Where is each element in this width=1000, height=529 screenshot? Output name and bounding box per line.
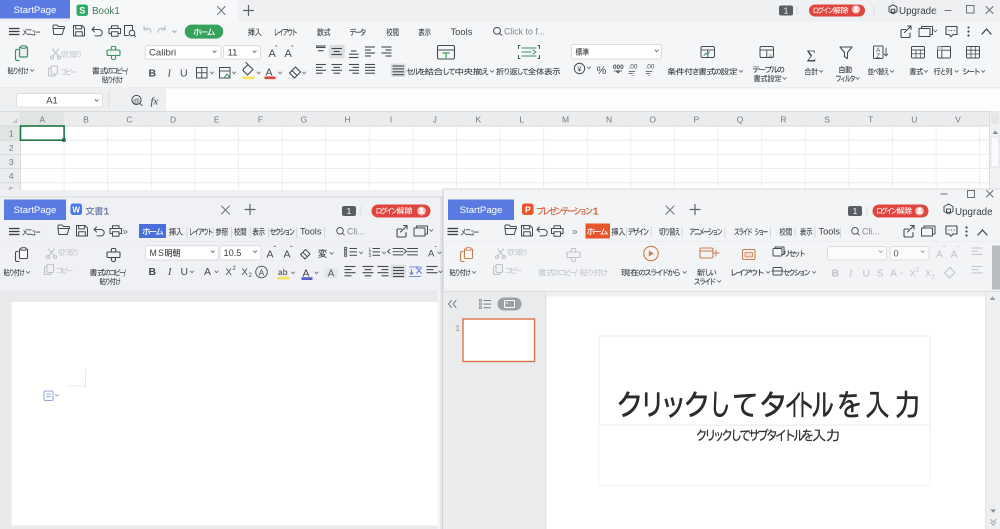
svg-text:1: 1 bbox=[9, 129, 14, 139]
svg-text:A: A bbox=[936, 249, 943, 261]
svg-text:I: I bbox=[167, 267, 172, 278]
svg-text:U: U bbox=[180, 68, 188, 80]
svg-text:B: B bbox=[83, 114, 89, 124]
svg-text:A: A bbox=[39, 114, 45, 124]
svg-text:@: @ bbox=[133, 98, 140, 105]
svg-text:M: M bbox=[150, 248, 157, 258]
svg-text:B: B bbox=[832, 268, 840, 280]
svg-text:M: M bbox=[562, 114, 569, 124]
svg-text:≈: ≈ bbox=[769, 53, 773, 60]
svg-text:3: 3 bbox=[369, 253, 372, 258]
svg-text:2: 2 bbox=[9, 143, 14, 153]
svg-text:E: E bbox=[214, 114, 220, 124]
svg-text:1: 1 bbox=[347, 206, 352, 216]
svg-text:S: S bbox=[79, 6, 85, 16]
svg-text:ˆ: ˆ bbox=[274, 245, 277, 254]
svg-text:StartPage: StartPage bbox=[14, 205, 57, 216]
svg-text:fx: fx bbox=[151, 97, 159, 108]
svg-text:1: 1 bbox=[784, 5, 789, 15]
svg-text:S: S bbox=[824, 114, 830, 124]
svg-text:K: K bbox=[475, 114, 481, 124]
svg-text:J: J bbox=[433, 114, 437, 124]
svg-text:A: A bbox=[204, 266, 211, 278]
svg-text:V: V bbox=[955, 114, 961, 124]
svg-text:StartPage: StartPage bbox=[14, 5, 57, 16]
svg-text:ˇ: ˇ bbox=[290, 245, 293, 254]
svg-text:I: I bbox=[848, 269, 853, 280]
svg-text:X: X bbox=[226, 267, 233, 278]
svg-text:A: A bbox=[267, 249, 274, 261]
svg-text:U: U bbox=[911, 114, 917, 124]
svg-text:»: » bbox=[123, 227, 129, 238]
svg-text:A: A bbox=[890, 268, 897, 280]
svg-text:A1: A1 bbox=[46, 95, 57, 106]
svg-text:A: A bbox=[259, 267, 265, 277]
svg-text:A: A bbox=[328, 269, 335, 280]
svg-text:Q: Q bbox=[737, 114, 744, 124]
svg-text:W: W bbox=[72, 205, 80, 214]
svg-text:1: 1 bbox=[853, 206, 858, 216]
svg-text:Cli...: Cli... bbox=[347, 226, 365, 236]
svg-text:Tools: Tools bbox=[819, 227, 841, 237]
svg-text:4: 4 bbox=[9, 171, 14, 181]
svg-text:ˇ: ˇ bbox=[957, 245, 960, 254]
svg-text:Z: Z bbox=[876, 53, 880, 60]
svg-text:S: S bbox=[877, 268, 884, 280]
svg-text:I: I bbox=[390, 114, 392, 124]
svg-text:.00: .00 bbox=[629, 64, 638, 71]
svg-text:Tools: Tools bbox=[451, 26, 473, 37]
svg-text:Book1: Book1 bbox=[92, 6, 120, 17]
svg-text:11: 11 bbox=[228, 48, 238, 59]
svg-text:G: G bbox=[301, 114, 308, 124]
svg-text:StartPage: StartPage bbox=[460, 205, 503, 216]
svg-text:F: F bbox=[258, 114, 263, 124]
svg-text:Cli...: Cli... bbox=[862, 226, 880, 236]
svg-text:T: T bbox=[868, 114, 873, 124]
svg-text:ˆ: ˆ bbox=[275, 45, 278, 54]
svg-text:000: 000 bbox=[613, 64, 624, 71]
svg-text:Σ: Σ bbox=[807, 47, 817, 66]
svg-text:S: S bbox=[158, 248, 164, 258]
svg-text:%: % bbox=[597, 65, 607, 77]
svg-text:→: → bbox=[630, 73, 636, 79]
svg-text:ˆ: ˆ bbox=[943, 245, 946, 254]
svg-text:Upgrade: Upgrade bbox=[955, 207, 993, 218]
svg-text:10.5: 10.5 bbox=[224, 248, 242, 258]
svg-text:ˇ: ˇ bbox=[291, 45, 294, 54]
svg-text:L: L bbox=[520, 114, 525, 124]
svg-text:»: » bbox=[572, 227, 578, 238]
svg-text:←: ← bbox=[647, 73, 653, 79]
svg-text:U: U bbox=[863, 268, 871, 280]
svg-text:N: N bbox=[606, 114, 612, 124]
svg-text:3: 3 bbox=[9, 157, 14, 167]
svg-text:U: U bbox=[181, 266, 189, 278]
svg-text:Calibri: Calibri bbox=[149, 48, 176, 59]
svg-text:R: R bbox=[780, 114, 786, 124]
svg-text:Tools: Tools bbox=[300, 227, 322, 237]
svg-text:X: X bbox=[242, 267, 249, 278]
svg-text:O: O bbox=[649, 114, 656, 124]
svg-text:.00: .00 bbox=[646, 64, 655, 71]
svg-text:D: D bbox=[170, 114, 176, 124]
svg-text:P: P bbox=[525, 204, 531, 214]
svg-text:P: P bbox=[693, 114, 699, 124]
svg-text:B: B bbox=[149, 68, 157, 80]
svg-text:C: C bbox=[126, 114, 132, 124]
svg-text:B: B bbox=[149, 266, 157, 278]
svg-text:Click to f...: Click to f... bbox=[504, 27, 545, 37]
svg-text:0: 0 bbox=[894, 249, 899, 259]
svg-text:H: H bbox=[344, 114, 350, 124]
svg-text:I: I bbox=[167, 69, 172, 80]
svg-text:Upgrade: Upgrade bbox=[899, 6, 937, 17]
